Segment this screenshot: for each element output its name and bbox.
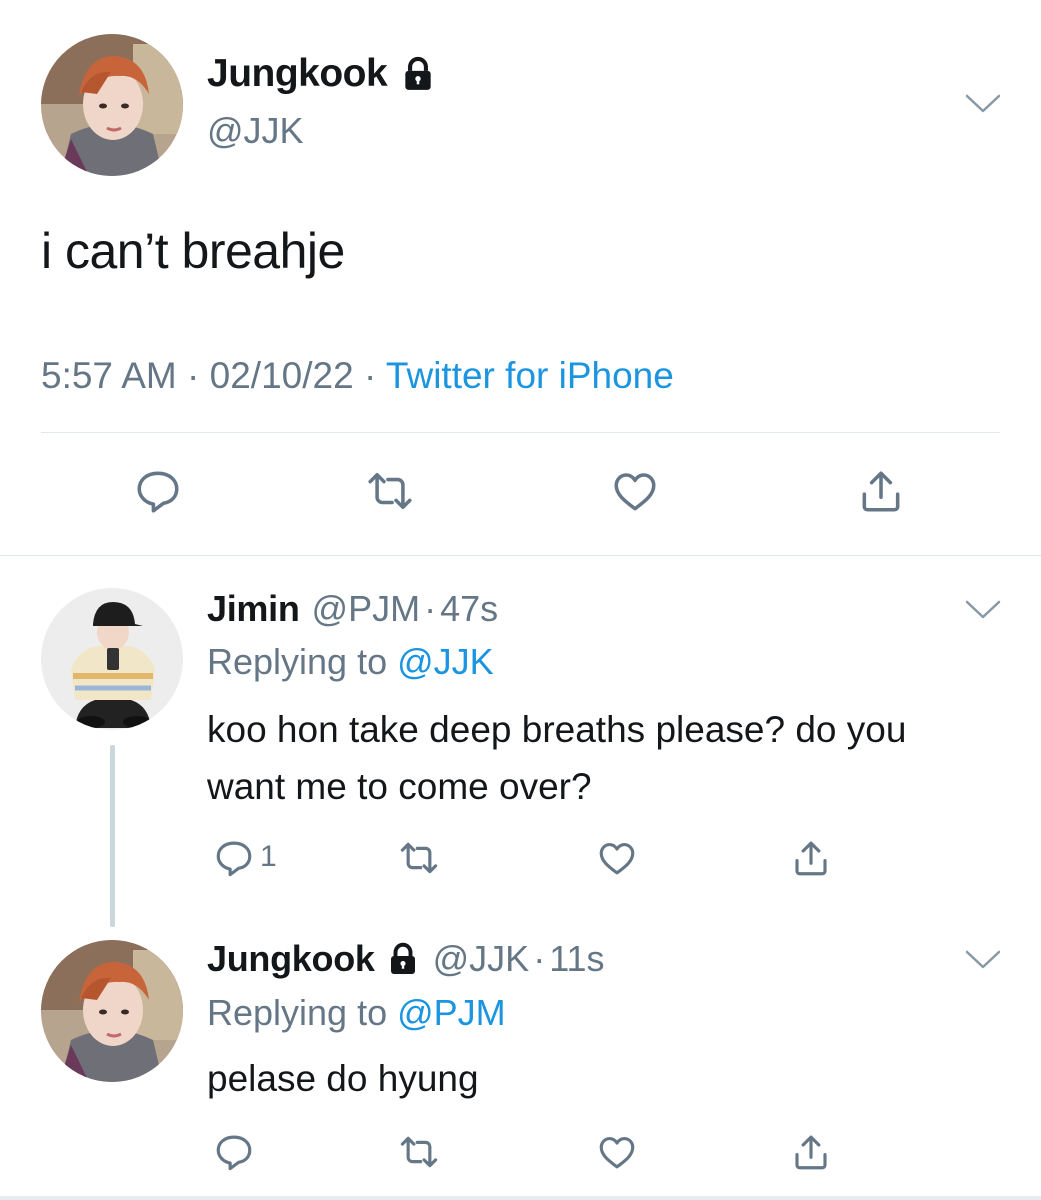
tweet-meta: 5:57 AM · 02/10/22 · Twitter for iPhone [41,355,674,397]
thread-line [110,745,115,927]
reply-header: Jimin @PJM · 47s [207,588,498,630]
meta-separator: · [533,938,546,979]
share-icon[interactable] [790,837,832,879]
lock-icon [385,941,421,977]
author-handle[interactable]: @JJK [207,110,304,152]
author-name-row: Jungkook [207,52,437,96]
replying-mention[interactable]: @PJM [397,992,506,1033]
divider [41,432,1000,433]
tweet-source[interactable]: Twitter for iPhone [386,355,674,396]
meta-separator: · [363,355,377,396]
retweet-icon[interactable] [398,837,440,879]
reply-icon[interactable] [213,1131,255,1173]
share-icon[interactable] [790,1131,832,1173]
avatar[interactable] [41,940,183,1082]
retweet-icon[interactable] [365,466,415,516]
meta-separator: · [187,355,200,396]
retweet-icon[interactable] [398,1131,440,1173]
avatar[interactable] [41,588,183,730]
replying-label: Replying to [207,641,388,682]
reply-header: Jungkook @JJK · 11s [207,938,605,980]
author-name[interactable]: Jungkook [207,52,388,96]
share-icon[interactable] [856,466,906,516]
replying-mention[interactable]: @JJK [397,641,494,682]
tweet-date[interactable]: 02/10/22 [210,355,354,396]
reply-icon[interactable] [213,837,255,879]
replying-to: Replying to @JJK [207,641,494,683]
meta-separator: · [424,588,437,629]
reply-time[interactable]: 11s [549,938,604,980]
avatar[interactable] [41,34,183,176]
author-name[interactable]: Jimin [207,588,300,630]
chevron-down-icon[interactable] [964,598,1002,622]
reply-time[interactable]: 47s [440,588,498,630]
like-icon[interactable] [610,466,660,516]
like-icon[interactable] [596,837,638,879]
reply-icon[interactable] [133,466,183,516]
reply-count: 1 [260,840,277,873]
chevron-down-icon[interactable] [964,948,1002,972]
tweet-text: i can’t breahje [41,223,345,279]
author-handle[interactable]: @PJM [312,588,421,630]
divider [0,1196,1041,1200]
replying-label: Replying to [207,992,388,1033]
reply-text: pelase do hyung [207,1058,479,1099]
main-tweet: Jungkook @JJK i can’t breahje 5:57 AM · … [0,0,1041,556]
lock-icon [399,55,437,93]
divider [0,555,1041,556]
author-handle[interactable]: @JJK [433,938,530,980]
chevron-down-icon[interactable] [964,92,1002,116]
tweet-detail-page: Jungkook @JJK i can’t breahje 5:57 AM · … [0,0,1041,1200]
tweet-time[interactable]: 5:57 AM [41,355,177,396]
like-icon[interactable] [596,1131,638,1173]
author-name[interactable]: Jungkook [207,938,375,980]
replying-to: Replying to @PJM [207,992,506,1034]
reply-text: koo hon take deep breaths please? do you… [207,709,907,807]
